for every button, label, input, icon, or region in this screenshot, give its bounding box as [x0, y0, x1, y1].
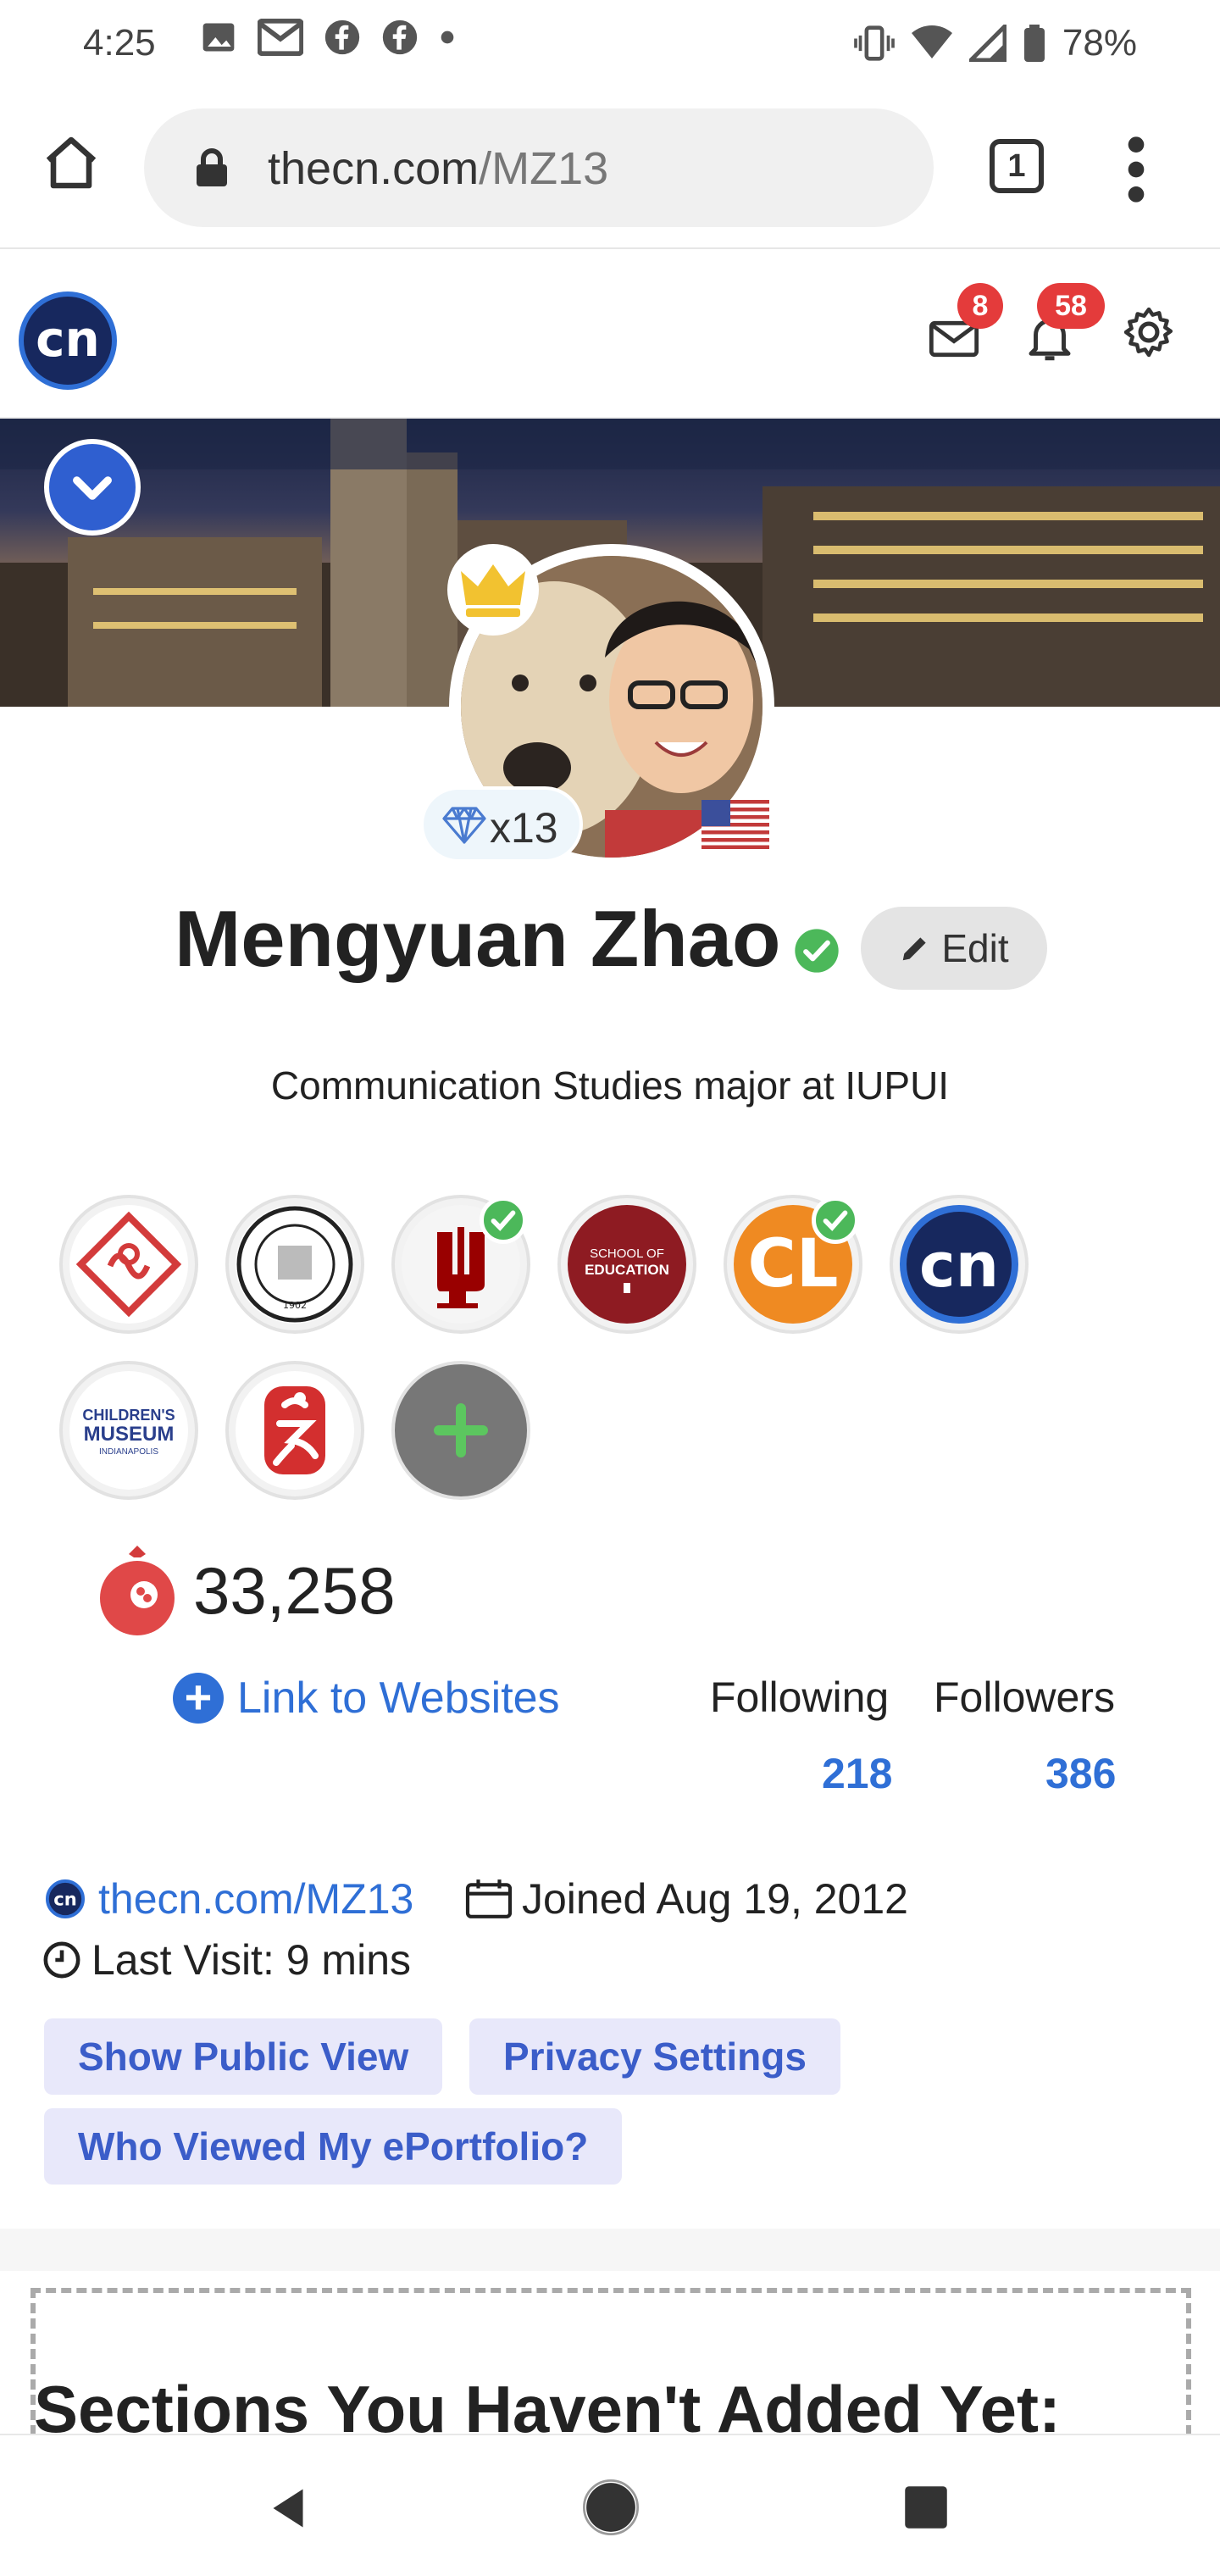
link-to-websites-button[interactable]: + Link to Websites	[173, 1673, 560, 1724]
pencil-icon	[903, 937, 927, 961]
settings-button[interactable]	[1120, 303, 1178, 365]
home-circle-icon[interactable]	[583, 2479, 639, 2535]
status-time: 4:25	[83, 22, 156, 64]
url-host: thecn.com	[268, 143, 480, 194]
lock-icon	[197, 148, 227, 186]
org-badge-school-of-education[interactable]: SCHOOL OF EDUCATION	[557, 1195, 696, 1334]
following-count[interactable]: 218	[822, 1749, 892, 1798]
signal-icon	[968, 25, 1006, 62]
cn-small-icon: cn	[46, 1879, 85, 1918]
battery-icon	[1023, 25, 1045, 62]
indianapolis-label: INDIANAPOLIS	[99, 1447, 158, 1457]
cn-logo-icon: cn	[900, 1205, 1018, 1324]
org-verified-check-icon	[480, 1196, 527, 1244]
tab-switcher-button[interactable]: 1	[990, 139, 1044, 193]
education-label: EDUCATION	[585, 1262, 669, 1278]
edit-label: Edit	[941, 926, 1009, 970]
diamond-icon	[442, 807, 486, 844]
more-vert-icon	[1128, 136, 1145, 203]
points-count: 33,258	[193, 1553, 396, 1628]
svg-text:cn: cn	[53, 1889, 77, 1910]
gem-badge[interactable]: x13	[420, 786, 583, 863]
red-diamond-logo-icon	[69, 1205, 188, 1324]
childrens-label: CHILDREN'S	[82, 1407, 175, 1424]
cover-menu-button[interactable]	[44, 439, 141, 536]
org-badge-thecn[interactable]: cn	[890, 1195, 1029, 1334]
cn-label: cn	[919, 1230, 999, 1301]
system-icons: 78%	[854, 22, 1137, 64]
address-bar[interactable]: thecn.com/MZ13	[144, 108, 934, 227]
gear-icon	[1123, 307, 1173, 358]
browser-menu-button[interactable]	[1127, 136, 1145, 208]
last-visit: Last Visit: 9 mins	[92, 1936, 412, 1984]
org-badge-zhongyu[interactable]	[59, 1195, 198, 1334]
edit-profile-button[interactable]: Edit	[861, 907, 1047, 990]
verified-check-icon	[793, 927, 840, 979]
pomegranate-icon	[95, 1544, 180, 1641]
gmail-icon	[258, 19, 303, 56]
org-badge-beijing-normal-university[interactable]: 1902	[225, 1195, 364, 1334]
url-text: thecn.com/MZ13	[268, 142, 608, 195]
beijing-2008-logo-icon	[236, 1371, 354, 1490]
joined-info: Joined Aug 19, 2012	[463, 1874, 908, 1924]
home-icon	[46, 136, 97, 189]
browser-toolbar: thecn.com/MZ13 1	[0, 88, 1220, 249]
image-icon	[202, 23, 235, 52]
profile-tagline: Communication Studies major at IUPUI	[270, 1063, 950, 1108]
plus-icon	[434, 1403, 488, 1457]
home-button[interactable]	[41, 132, 102, 197]
battery-percent: 78%	[1062, 22, 1137, 64]
org-badge-childrens-museum[interactable]: CHILDREN'S MUSEUM INDIANAPOLIS	[59, 1361, 198, 1500]
followers-count[interactable]: 386	[1045, 1749, 1116, 1798]
cn-logo[interactable]: cn	[19, 291, 117, 390]
plus-circle-icon: +	[173, 1673, 224, 1724]
android-navigation-bar	[0, 2434, 1220, 2576]
museum-label: MUSEUM	[84, 1423, 175, 1446]
profile-url-link[interactable]: cn thecn.com/MZ13	[46, 1874, 413, 1924]
mail-badge: 8	[957, 283, 1003, 329]
profile-name: Mengyuan Zhao	[175, 894, 781, 983]
profile-url: thecn.com/MZ13	[98, 1875, 414, 1923]
wifi-icon	[911, 25, 952, 58]
back-icon[interactable]	[263, 2483, 313, 2534]
facebook-icon	[324, 19, 360, 55]
add-org-button[interactable]	[391, 1361, 530, 1500]
org-badge-beijing-2008[interactable]	[225, 1361, 364, 1500]
recents-square-icon[interactable]	[903, 2484, 949, 2530]
status-bar: 4:25 78%	[0, 0, 1220, 88]
bnu-year: 1902	[283, 1300, 307, 1311]
clock-icon	[43, 1941, 80, 1979]
url-path: /MZ13	[479, 143, 609, 194]
followers-label: Followers	[934, 1674, 1115, 1721]
childrens-museum-logo-icon: CHILDREN'SMUSEUMINDIANAPOLIS	[69, 1371, 188, 1490]
bnu-seal-icon: 1902	[236, 1205, 354, 1324]
last-visit-info: Last Visit: 9 mins	[42, 1935, 411, 1985]
premium-crown-badge	[447, 544, 539, 636]
section-divider	[0, 2229, 1220, 2271]
facebook-icon	[382, 19, 418, 55]
chevron-down-icon	[73, 476, 112, 500]
us-flag-icon	[702, 800, 769, 849]
school-of-label: SCHOOL OF	[590, 1246, 664, 1261]
notification-icons	[200, 19, 456, 56]
following-label: Following	[710, 1674, 890, 1721]
school-of-education-logo-icon: SCHOOL OFEDUCATION	[568, 1205, 686, 1324]
org-verified-check-icon	[812, 1196, 859, 1244]
crown-icon	[461, 564, 525, 617]
joined-date: Joined Aug 19, 2012	[522, 1875, 908, 1923]
site-header: cn 8 58	[0, 251, 1220, 419]
privacy-settings-button[interactable]: Privacy Settings	[469, 2018, 840, 2095]
gem-count: x13	[490, 804, 558, 852]
who-viewed-button[interactable]: Who Viewed My ePortfolio?	[44, 2108, 623, 2185]
show-public-view-button[interactable]: Show Public View	[44, 2018, 443, 2095]
notification-badge: 58	[1037, 283, 1105, 329]
dot-icon	[441, 31, 454, 44]
vibrate-icon	[854, 25, 895, 61]
link-websites-label: Link to Websites	[237, 1674, 560, 1723]
calendar-icon	[465, 1879, 513, 1918]
